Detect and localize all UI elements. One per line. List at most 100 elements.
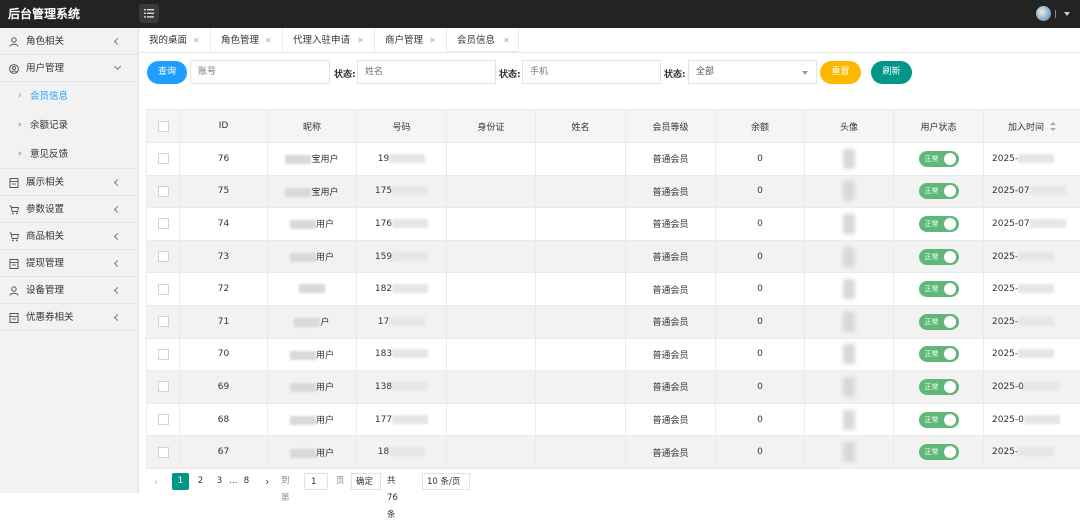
user-status-toggle[interactable]: 正常 <box>919 183 959 199</box>
avatar-image[interactable] <box>843 344 855 364</box>
table-row[interactable]: 73用户159普通会员0正常2025- <box>147 240 1080 273</box>
table-row[interactable]: 75宝用户175普通会员0正常2025-07 <box>147 175 1080 208</box>
prev-page-icon[interactable]: ‹ <box>154 473 158 490</box>
nickname-cell <box>268 273 357 306</box>
row-select-cell <box>147 436 180 469</box>
close-icon[interactable]: ✕ <box>357 28 364 53</box>
divider <box>1055 10 1056 18</box>
member-level-cell: 普通会员 <box>626 273 716 306</box>
tab-member-info[interactable]: 会员信息 ✕ <box>447 28 519 53</box>
sidebar-item-roles[interactable]: 角色相关 <box>0 28 138 55</box>
row-checkbox[interactable] <box>158 447 169 458</box>
tab-merchant-management[interactable]: 商户管理 ✕ <box>375 28 447 53</box>
user-status-toggle[interactable]: 正常 <box>919 412 959 428</box>
avatar-image[interactable] <box>843 442 855 462</box>
avatar-image[interactable] <box>843 181 855 201</box>
sidebar-item-balance-records[interactable]: › 余额记录 <box>0 111 138 140</box>
page-size-select[interactable]: 10 条/页 <box>422 473 470 490</box>
table-row[interactable]: 70用户183普通会员0正常2025- <box>147 338 1080 371</box>
close-icon[interactable]: ✕ <box>503 28 510 53</box>
redacted-block <box>1018 349 1054 358</box>
toggle-label: 正常 <box>925 281 939 297</box>
phone-input[interactable]: 手机 <box>522 60 661 84</box>
goto-page-input[interactable]: 1 <box>304 473 328 490</box>
sidebar-item-member-info[interactable]: › 会员信息 <box>0 82 138 111</box>
account-input[interactable]: 账号 <box>190 60 330 84</box>
user-status-toggle[interactable]: 正常 <box>919 314 959 330</box>
user-status-toggle[interactable]: 正常 <box>919 379 959 395</box>
tab-agent-applications[interactable]: 代理入驻申请 ✕ <box>283 28 375 53</box>
menu-toggle-button[interactable] <box>139 4 159 23</box>
sidebar-item-devices[interactable]: 设备管理 <box>0 277 138 304</box>
page-8[interactable]: 8 <box>238 473 255 490</box>
avatar-image[interactable] <box>843 247 855 267</box>
join-time-header[interactable]: 加入时间 <box>984 110 1080 143</box>
name-input[interactable]: 姓名 <box>357 60 496 84</box>
user-status-toggle[interactable]: 正常 <box>919 346 959 362</box>
row-checkbox[interactable] <box>158 218 169 229</box>
user-avatar[interactable] <box>1036 6 1051 21</box>
row-checkbox[interactable] <box>158 284 169 295</box>
user-status-toggle[interactable]: 正常 <box>919 249 959 265</box>
table-row[interactable]: 69用户138普通会员0正常2025-0 <box>147 371 1080 404</box>
sidebar-item-user-management[interactable]: 用户管理 <box>0 55 138 82</box>
next-page-icon[interactable]: › <box>265 473 269 490</box>
user-status-toggle[interactable]: 正常 <box>919 281 959 297</box>
tab-role-management[interactable]: 角色管理 ✕ <box>211 28 283 53</box>
member-level-cell: 普通会员 <box>626 305 716 338</box>
user-menu-caret-icon[interactable] <box>1064 12 1070 16</box>
page-3[interactable]: 3 <box>211 473 228 490</box>
select-all-checkbox[interactable] <box>158 121 169 132</box>
goto-confirm-button[interactable]: 确定 <box>351 473 381 490</box>
table-row[interactable]: 67用户18普通会员0正常2025- <box>147 436 1080 469</box>
close-icon[interactable]: ✕ <box>265 28 272 53</box>
user-status-toggle[interactable]: 正常 <box>919 216 959 232</box>
toggle-label: 正常 <box>925 183 939 199</box>
table-row[interactable]: 71户17普通会员0正常2025- <box>147 305 1080 338</box>
redacted-block <box>1018 447 1054 456</box>
sidebar-item-settings[interactable]: 参数设置 <box>0 196 138 223</box>
table-row[interactable]: 68用户177普通会员0正常2025-0 <box>147 403 1080 436</box>
row-checkbox[interactable] <box>158 251 169 262</box>
table-row[interactable]: 74用户176普通会员0正常2025-07 <box>147 208 1080 241</box>
phone-cell: 176 <box>357 208 447 241</box>
close-icon[interactable]: ✕ <box>193 28 200 53</box>
sidebar-item-coupons[interactable]: 优惠券相关 <box>0 304 138 331</box>
toggle-knob <box>944 446 956 458</box>
status-select[interactable]: 全部 <box>688 60 817 84</box>
page-1[interactable]: 1 <box>172 473 189 490</box>
avatar-image[interactable] <box>843 149 855 169</box>
close-icon[interactable]: ✕ <box>429 28 436 53</box>
sidebar-item-feedback[interactable]: › 意见反馈 <box>0 140 138 169</box>
reset-button[interactable]: 重置 <box>820 61 861 84</box>
row-checkbox[interactable] <box>158 186 169 197</box>
user-status-toggle[interactable]: 正常 <box>919 151 959 167</box>
row-checkbox[interactable] <box>158 381 169 392</box>
row-checkbox[interactable] <box>158 153 169 164</box>
query-button[interactable]: 查询 <box>147 61 187 84</box>
tab-desktop[interactable]: 我的桌面 ✕ <box>139 28 211 53</box>
avatar-image[interactable] <box>843 410 855 430</box>
table-row[interactable]: 72182普通会员0正常2025- <box>147 273 1080 306</box>
page-2[interactable]: 2 <box>192 473 209 490</box>
avatar-image[interactable] <box>843 214 855 234</box>
avatar-image[interactable] <box>843 377 855 397</box>
user-status-toggle[interactable]: 正常 <box>919 444 959 460</box>
id-card-cell <box>447 240 536 273</box>
avatar-image[interactable] <box>843 312 855 332</box>
nickname-cell: 户 <box>268 305 357 338</box>
sidebar-item-products[interactable]: 商品相关 <box>0 223 138 250</box>
sort-icon[interactable] <box>1050 122 1056 132</box>
nickname-text: 宝用户 <box>311 188 338 198</box>
row-checkbox[interactable] <box>158 414 169 425</box>
row-checkbox[interactable] <box>158 349 169 360</box>
column-header: 会员等级 <box>626 110 716 143</box>
avatar-image[interactable] <box>843 279 855 299</box>
row-checkbox[interactable] <box>158 316 169 327</box>
table-row[interactable]: 76宝用户19普通会员0正常2025- <box>147 143 1080 176</box>
sidebar-item-display[interactable]: 展示相关 <box>0 169 138 196</box>
refresh-button[interactable]: 刷新 <box>871 61 912 84</box>
sidebar-item-withdrawals[interactable]: 提现管理 <box>0 250 138 277</box>
row-select-cell <box>147 240 180 273</box>
member-level-cell: 普通会员 <box>626 436 716 469</box>
